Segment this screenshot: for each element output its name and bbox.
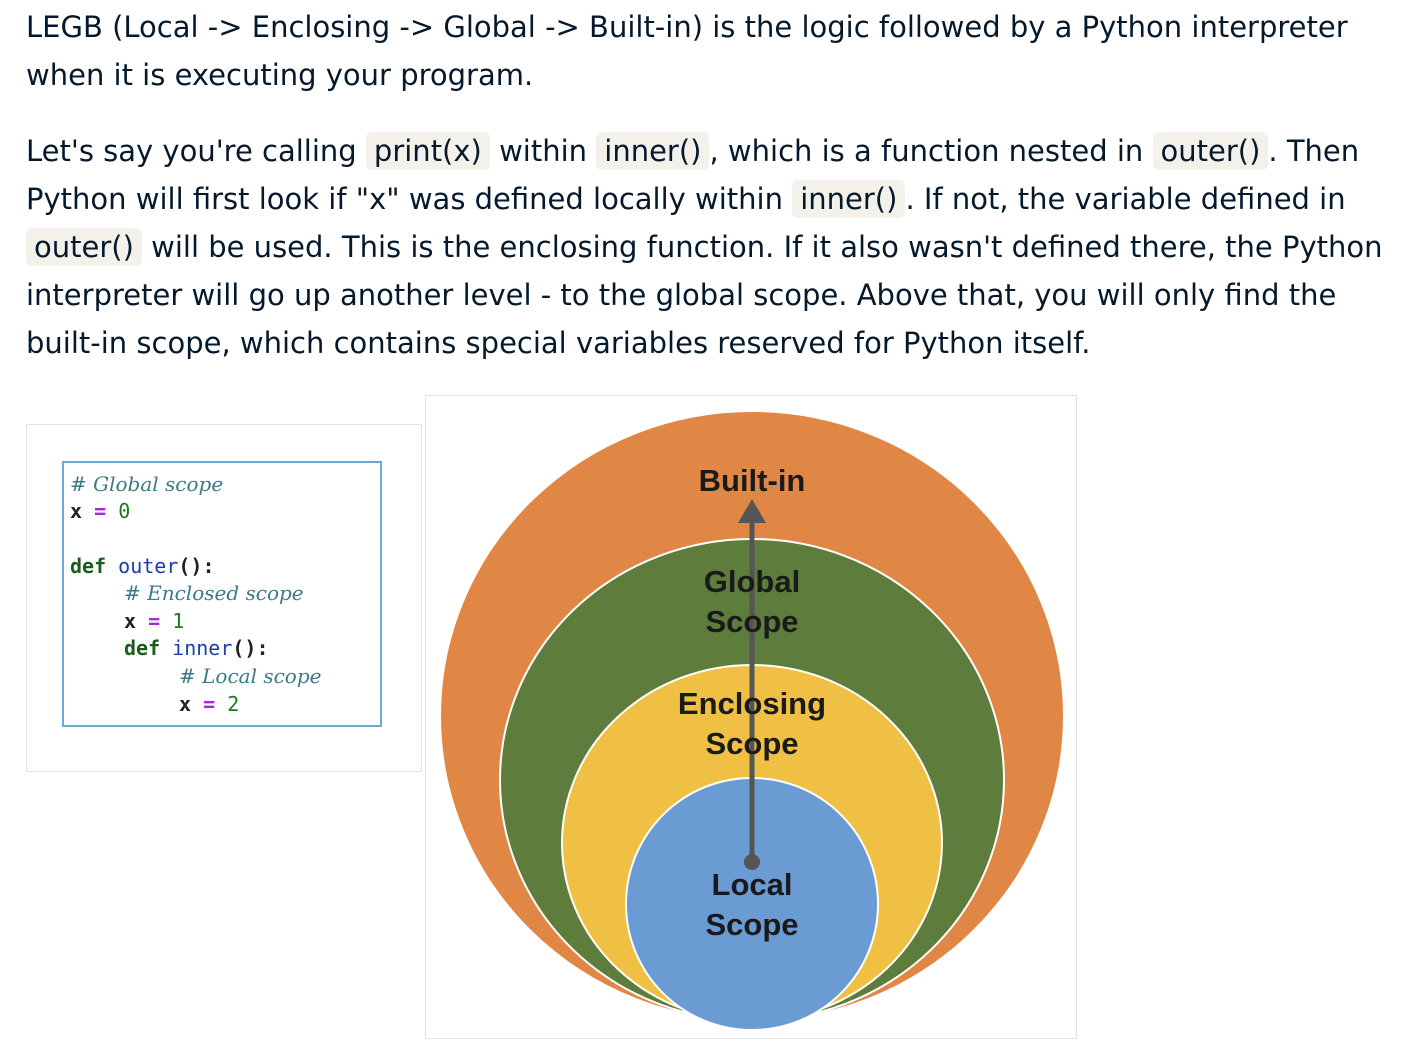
code-comment: # Local scope (179, 664, 322, 688)
code-line-global-assign: x = 0 (70, 498, 130, 524)
enclosing-label-line-1: Enclosing (678, 686, 826, 721)
inline-code-outer: outer() (26, 228, 142, 266)
legb-scope-diagram: Built-in Global Scope Enclosing Scope Lo… (425, 395, 1077, 1039)
code-block: # Global scope x = 0 def outer(): # Encl… (62, 461, 382, 727)
code-comment: # Enclosed scope (124, 581, 304, 605)
code-number: 1 (172, 609, 185, 633)
code-variable: x (179, 692, 192, 716)
code-number: 0 (118, 499, 131, 523)
inline-code-inner: inner() (792, 180, 906, 218)
code-line-def-inner: def inner(): (124, 635, 269, 661)
code-keyword: def (70, 554, 107, 578)
code-variable: x (124, 609, 137, 633)
enclosing-label-line-2: Scope (705, 726, 798, 761)
local-label-line-1: Local (712, 867, 793, 902)
local-label-line-2: Scope (705, 907, 798, 942)
code-line-global-comment: # Global scope (70, 471, 223, 497)
global-label-line-1: Global (704, 564, 800, 599)
explanation-paragraph: Let's say you're calling print(x) within… (26, 127, 1396, 367)
code-variable: x (70, 499, 83, 523)
code-punctuation: (): (178, 554, 215, 578)
explanation-text-6: will be used. This is the enclosing func… (26, 230, 1383, 360)
code-line-local-assign: x = 2 (179, 691, 239, 717)
code-line-local-comment: # Local scope (179, 663, 321, 689)
code-punctuation: (): (232, 636, 269, 660)
explanation-text-1: Let's say you're calling (26, 134, 366, 168)
code-operator: = (203, 692, 216, 716)
code-number: 2 (227, 692, 240, 716)
inline-code-print: print(x) (365, 132, 490, 170)
code-line-def-outer: def outer(): (70, 553, 215, 579)
code-keyword: def (124, 636, 161, 660)
code-comment: # Global scope (70, 472, 224, 496)
inline-code-inner: inner() (596, 132, 710, 170)
explanation-text-3: , which is a function nested in (709, 134, 1153, 168)
code-function-name: inner (172, 636, 233, 660)
code-line-enclosed-assign: x = 1 (124, 608, 184, 634)
code-operator: = (148, 609, 161, 633)
inline-code-outer: outer() (1152, 132, 1269, 170)
builtin-label: Built-in (699, 463, 806, 498)
explanation-text-2: within (489, 134, 597, 168)
intro-paragraph: LEGB (Local -> Enclosing -> Global -> Bu… (26, 10, 1348, 92)
global-label-line-2: Scope (705, 604, 798, 639)
explanation-text-5: . If not, the variable defined in (905, 182, 1346, 216)
code-operator: = (94, 499, 107, 523)
code-example-image: # Global scope x = 0 def outer(): # Encl… (26, 424, 422, 772)
code-function-name: outer (118, 554, 179, 578)
code-line-enclosed-comment: # Enclosed scope (124, 580, 304, 606)
legb-diagram-svg: Built-in Global Scope Enclosing Scope Lo… (439, 410, 1065, 1031)
